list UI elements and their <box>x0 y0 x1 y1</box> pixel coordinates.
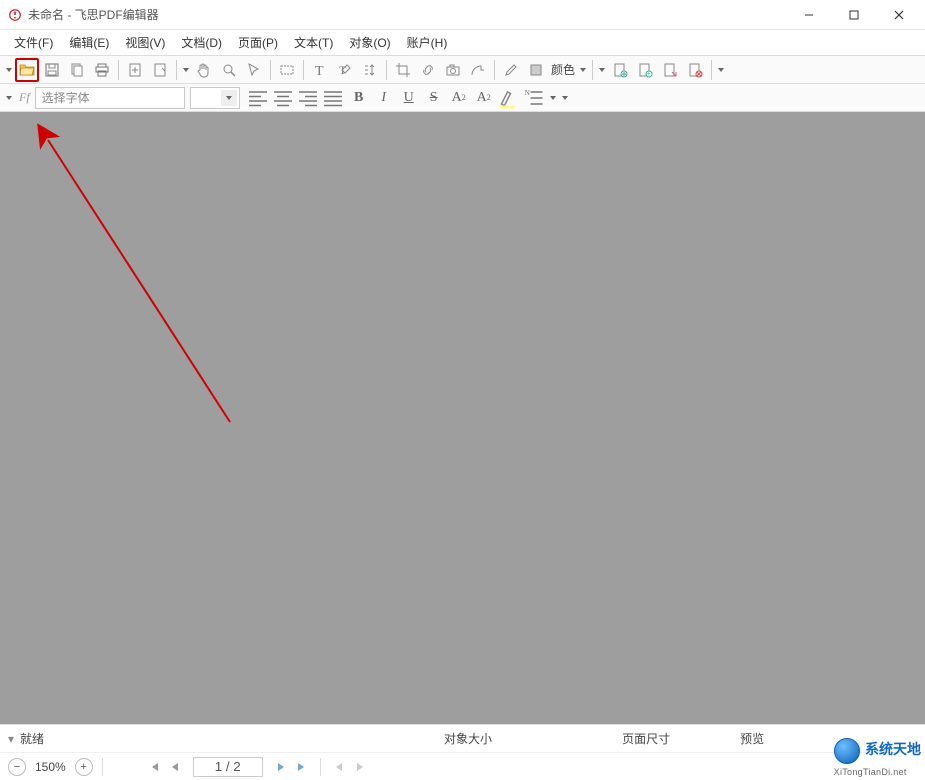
menu-text[interactable]: 文本(T) <box>286 31 341 54</box>
maximize-button[interactable] <box>831 0 876 30</box>
status-bar: ▾ 就绪 对象大小 页面尺寸 预览 <box>0 724 925 752</box>
title-bar: 未命名 - 飞思PDF编辑器 <box>0 0 925 30</box>
toolbar-dropdown-4[interactable] <box>716 58 726 82</box>
annotation-arrow <box>0 112 300 452</box>
align-left-button[interactable] <box>246 86 270 110</box>
watermark: 系统天地 XiTongTianDi.net <box>834 738 921 778</box>
color-dropdown[interactable] <box>578 58 588 82</box>
menu-document[interactable]: 文档(D) <box>173 31 230 54</box>
format-toolbar: Ff 选择字体 B I U S A2 A2 N <box>0 84 925 112</box>
zoom-out-button[interactable]: − <box>8 758 26 776</box>
svg-text:N: N <box>524 88 530 97</box>
menu-object[interactable]: 对象(O) <box>341 31 398 54</box>
font-size-combo[interactable] <box>190 87 240 109</box>
list-button[interactable]: N <box>523 86 547 110</box>
font-family-combo[interactable]: 选择字体 <box>35 87 185 109</box>
toolbar-dropdown-1[interactable] <box>4 58 14 82</box>
status-ready: 就绪 <box>20 730 44 747</box>
last-page-button[interactable] <box>293 758 311 776</box>
brush-button[interactable] <box>499 58 523 82</box>
toolbar-dropdown-3[interactable] <box>597 58 607 82</box>
watermark-brand: 系统天地 <box>865 741 921 757</box>
subscript-button[interactable]: A2 <box>472 86 496 110</box>
hand-tool-button[interactable] <box>192 58 216 82</box>
status-collapse-icon[interactable]: ▾ <box>8 732 14 746</box>
align-right-button[interactable] <box>296 86 320 110</box>
page-button-1[interactable] <box>123 58 147 82</box>
font-placeholder: 选择字体 <box>42 89 90 106</box>
prev-page-button[interactable] <box>166 758 184 776</box>
minimize-button[interactable] <box>786 0 831 30</box>
open-file-button[interactable] <box>15 58 39 82</box>
menu-file[interactable]: 文件(F) <box>6 31 61 54</box>
status-page-size: 页面尺寸 <box>622 730 670 747</box>
list-dropdown[interactable] <box>548 86 558 110</box>
text-tool-button[interactable]: T <box>308 58 332 82</box>
format-dropdown-2[interactable] <box>560 86 570 110</box>
svg-text:+: + <box>647 72 651 78</box>
svg-text:T: T <box>339 63 347 77</box>
page-delete-button[interactable] <box>683 58 707 82</box>
save-button[interactable] <box>40 58 64 82</box>
format-dropdown-1[interactable] <box>4 86 14 110</box>
page-add-button[interactable] <box>608 58 632 82</box>
copy-button[interactable] <box>65 58 89 82</box>
crop-button[interactable] <box>391 58 415 82</box>
app-icon <box>8 8 22 22</box>
superscript-button[interactable]: A2 <box>447 86 471 110</box>
color-label: 颜色 <box>551 61 575 78</box>
zoom-tool-button[interactable] <box>217 58 241 82</box>
prev-view-button[interactable] <box>330 758 348 776</box>
menu-view[interactable]: 视图(V) <box>117 31 173 54</box>
fill-button[interactable] <box>524 58 548 82</box>
menu-bar: 文件(F) 编辑(E) 视图(V) 文档(D) 页面(P) 文本(T) 对象(O… <box>0 30 925 56</box>
select-tool-button[interactable] <box>242 58 266 82</box>
shape-button[interactable] <box>466 58 490 82</box>
bold-button[interactable]: B <box>347 86 371 110</box>
watermark-url: XiTongTianDi.net <box>834 767 907 777</box>
underline-button[interactable]: U <box>397 86 421 110</box>
align-center-button[interactable] <box>271 86 295 110</box>
status-preview: 预览 <box>740 730 764 747</box>
page-button-2[interactable] <box>148 58 172 82</box>
print-button[interactable] <box>90 58 114 82</box>
highlight-button[interactable] <box>497 86 521 110</box>
first-page-button[interactable] <box>145 758 163 776</box>
navigation-bar: − 150% + 系统天地 XiTongTianDi.net <box>0 752 925 780</box>
main-toolbar: T T 颜色 + <box>0 56 925 84</box>
status-object-size: 对象大小 <box>444 730 492 747</box>
page-export-button[interactable] <box>658 58 682 82</box>
watermark-globe-icon <box>834 738 860 764</box>
menu-account[interactable]: 账户(H) <box>399 31 456 54</box>
document-workspace[interactable] <box>0 112 925 724</box>
svg-text:T: T <box>315 64 324 78</box>
menu-page[interactable]: 页面(P) <box>230 31 286 54</box>
page-insert-button[interactable]: + <box>633 58 657 82</box>
link-button[interactable] <box>416 58 440 82</box>
next-view-button[interactable] <box>351 758 369 776</box>
text-edit-button[interactable]: T <box>333 58 357 82</box>
close-button[interactable] <box>876 0 921 30</box>
rect-tool-button[interactable] <box>275 58 299 82</box>
zoom-in-button[interactable]: + <box>75 758 93 776</box>
strike-button[interactable]: S <box>422 86 446 110</box>
font-icon: Ff <box>19 90 30 105</box>
align-justify-button[interactable] <box>321 86 345 110</box>
next-page-button[interactable] <box>272 758 290 776</box>
zoom-value: 150% <box>35 760 66 774</box>
page-number-field[interactable] <box>193 757 263 777</box>
camera-button[interactable] <box>441 58 465 82</box>
line-spacing-button[interactable] <box>358 58 382 82</box>
toolbar-dropdown-2[interactable] <box>181 58 191 82</box>
italic-button[interactable]: I <box>372 86 396 110</box>
menu-edit[interactable]: 编辑(E) <box>61 31 117 54</box>
font-size-dropdown-icon <box>221 90 237 106</box>
window-title: 未命名 - 飞思PDF编辑器 <box>28 6 159 23</box>
